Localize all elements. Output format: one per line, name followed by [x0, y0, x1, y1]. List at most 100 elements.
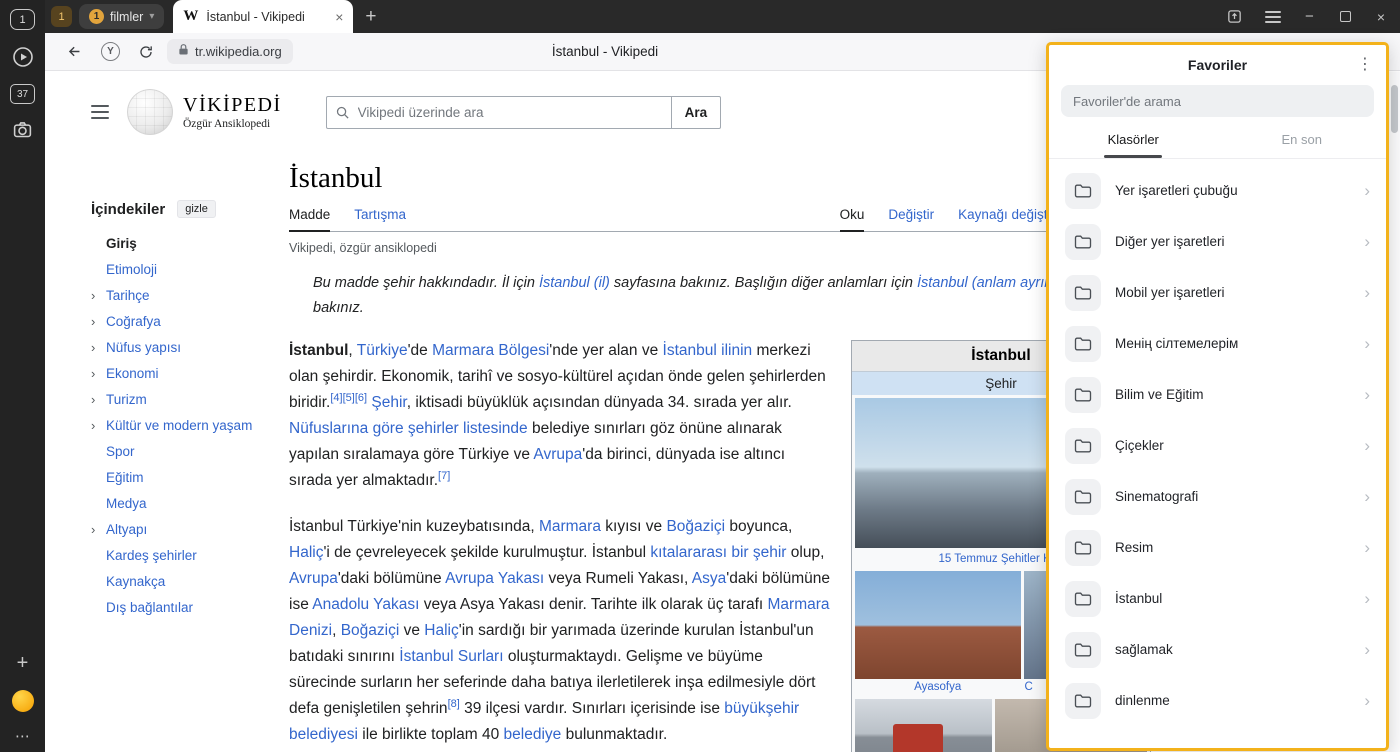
- infobox-image-tram[interactable]: [855, 699, 992, 752]
- reference-link[interactable]: [7]: [438, 470, 450, 482]
- favorites-folder-row[interactable]: Yer işaretleri çubuğu ›: [1049, 165, 1386, 216]
- tab-degistir[interactable]: Değiştir: [888, 207, 934, 231]
- toc-item[interactable]: › Turizm: [91, 386, 289, 412]
- wiki-link[interactable]: Türkiye: [357, 342, 408, 359]
- favorites-folder-row[interactable]: Sinematografi ›: [1049, 471, 1386, 522]
- favorites-search-box[interactable]: [1061, 85, 1374, 117]
- favorites-folder-row[interactable]: Менің сілтемелерім ›: [1049, 318, 1386, 369]
- wiki-link[interactable]: Boğaziçi: [666, 518, 725, 535]
- chevron-right-icon[interactable]: ›: [91, 314, 106, 329]
- chevron-right-icon[interactable]: ›: [91, 418, 106, 433]
- toc-item[interactable]: › Coğrafya: [91, 308, 289, 334]
- wiki-search-input[interactable]: [358, 105, 671, 120]
- new-tab-button[interactable]: +: [365, 6, 376, 28]
- toc-item[interactable]: › Kaynakça: [91, 568, 289, 594]
- menu-icon[interactable]: [1265, 11, 1281, 23]
- tab-group-badge[interactable]: 1: [51, 6, 72, 27]
- toc-item[interactable]: › Eğitim: [91, 464, 289, 490]
- toc-hide-button[interactable]: gizle: [177, 200, 216, 218]
- toc-item[interactable]: › Tarihçe: [91, 282, 289, 308]
- maximize-icon[interactable]: [1340, 11, 1351, 22]
- toc-item-label[interactable]: Kaynakça: [106, 574, 165, 589]
- wiki-link[interactable]: Marmara Bölgesi: [432, 342, 549, 359]
- toc-item[interactable]: › Dış bağlantılar: [91, 594, 289, 620]
- wiki-link[interactable]: Haliç: [424, 622, 458, 639]
- hamburger-menu-icon[interactable]: [91, 105, 109, 119]
- toc-item[interactable]: › Altyapı: [91, 516, 289, 542]
- page-scrollbar[interactable]: [1389, 72, 1400, 752]
- wiki-link[interactable]: Anadolu Yakası: [312, 596, 419, 613]
- chevron-right-icon[interactable]: ›: [91, 288, 106, 303]
- chevron-right-icon[interactable]: ›: [91, 392, 106, 407]
- minimize-icon[interactable]: −: [1305, 8, 1314, 25]
- toc-item-label[interactable]: Ekonomi: [106, 366, 159, 381]
- favorites-folder-row[interactable]: dinlenme ›: [1049, 675, 1386, 726]
- toc-item-label[interactable]: Medya: [106, 496, 147, 511]
- toc-item[interactable]: › Ekonomi: [91, 360, 289, 386]
- wiki-link[interactable]: Marmara: [539, 518, 601, 535]
- close-tab-icon[interactable]: ×: [335, 9, 343, 25]
- tab-group-filmler[interactable]: 1 filmler ▾: [79, 4, 164, 29]
- wiki-link[interactable]: İstanbul Surları: [399, 648, 503, 665]
- play-icon[interactable]: [11, 45, 35, 69]
- infobox-caption-ayasofya[interactable]: Ayasofya: [855, 679, 1020, 699]
- toc-item[interactable]: › Nüfus yapısı: [91, 334, 289, 360]
- refresh-icon[interactable]: [138, 44, 154, 60]
- toc-item[interactable]: › Kültür ve modern yaşam: [91, 412, 289, 438]
- favorites-folder-row[interactable]: Bilim ve Eğitim ›: [1049, 369, 1386, 420]
- chevron-right-icon[interactable]: ›: [91, 340, 106, 355]
- tab-madde[interactable]: Madde: [289, 207, 330, 232]
- reference-link[interactable]: [8]: [448, 698, 460, 710]
- scrollbar-thumb[interactable]: [1391, 85, 1398, 133]
- toc-item[interactable]: › Giriş: [91, 230, 289, 256]
- favorites-folder-row[interactable]: Mobil yer işaretleri ›: [1049, 267, 1386, 318]
- yandex-logo-icon[interactable]: [12, 690, 34, 712]
- toc-item-label[interactable]: Etimoloji: [106, 262, 157, 277]
- wiki-link[interactable]: Avrupa: [533, 446, 582, 463]
- wiki-link[interactable]: Avrupa Yakası: [445, 570, 544, 587]
- toc-item[interactable]: › Etimoloji: [91, 256, 289, 282]
- wiki-link[interactable]: kıtalararası bir şehir: [650, 544, 786, 561]
- wiki-link[interactable]: İstanbul (anlam ayrımı): [917, 275, 1065, 291]
- tab-en-son[interactable]: En son: [1218, 123, 1387, 158]
- wiki-link[interactable]: belediye: [504, 726, 562, 743]
- back-icon[interactable]: [66, 43, 83, 60]
- chevron-right-icon[interactable]: ›: [91, 522, 106, 537]
- more-icon[interactable]: ⋯: [15, 729, 30, 744]
- wiki-link[interactable]: Nüfuslarına göre şehirler listesinde: [289, 420, 528, 437]
- wiki-link[interactable]: Haliç: [289, 544, 323, 561]
- wiki-link[interactable]: Boğaziçi: [341, 622, 400, 639]
- kebab-menu-icon[interactable]: ⋮: [1357, 54, 1373, 74]
- favorites-folder-row[interactable]: sağlamak ›: [1049, 624, 1386, 675]
- address-bar[interactable]: tr.wikipedia.org: [167, 39, 293, 64]
- favorites-search-input[interactable]: [1073, 94, 1362, 109]
- tab-tartisma[interactable]: Tartışma: [354, 207, 406, 231]
- tabs-panel-button[interactable]: 1: [10, 9, 35, 30]
- chevron-right-icon[interactable]: ›: [91, 366, 106, 381]
- toc-item-label[interactable]: Kültür ve modern yaşam: [106, 418, 252, 433]
- favorites-folder-row[interactable]: İstanbul ›: [1049, 573, 1386, 624]
- favorites-folder-row[interactable]: Resim ›: [1049, 522, 1386, 573]
- wikipedia-wordmark[interactable]: VİKİPEDİ Özgür Ansiklopedi: [183, 94, 282, 130]
- wiki-search-button[interactable]: Ara: [671, 96, 722, 129]
- favorites-folder-row[interactable]: Çiçekler ›: [1049, 420, 1386, 471]
- toc-item-label[interactable]: Kardeş şehirler: [106, 548, 197, 563]
- tab-klasorler[interactable]: Klasörler: [1049, 123, 1218, 158]
- wiki-link[interactable]: İstanbul (il): [539, 275, 610, 291]
- close-window-icon[interactable]: ×: [1377, 9, 1385, 25]
- toc-item-label[interactable]: Dış bağlantılar: [106, 600, 193, 615]
- tab-oku[interactable]: Oku: [840, 207, 865, 232]
- favorites-folder-row[interactable]: Diğer yer işaretleri ›: [1049, 216, 1386, 267]
- toc-item-label[interactable]: Spor: [106, 444, 135, 459]
- yandex-y-icon[interactable]: Y: [101, 42, 120, 61]
- wikipedia-globe-logo[interactable]: [127, 89, 173, 135]
- wiki-link[interactable]: Avrupa: [289, 570, 338, 587]
- toc-item-label[interactable]: Tarihçe: [106, 288, 150, 303]
- toc-item-label[interactable]: Turizm: [106, 392, 147, 407]
- infobox-image-ayasofya[interactable]: [855, 571, 1021, 679]
- plus-icon[interactable]: +: [17, 653, 29, 673]
- wiki-link[interactable]: İstanbul ilinin: [663, 342, 753, 359]
- tab-kaynagi-degistir[interactable]: Kaynağı değiştir: [958, 207, 1055, 231]
- share-icon[interactable]: [1226, 8, 1243, 25]
- toc-item-label[interactable]: Altyapı: [106, 522, 147, 537]
